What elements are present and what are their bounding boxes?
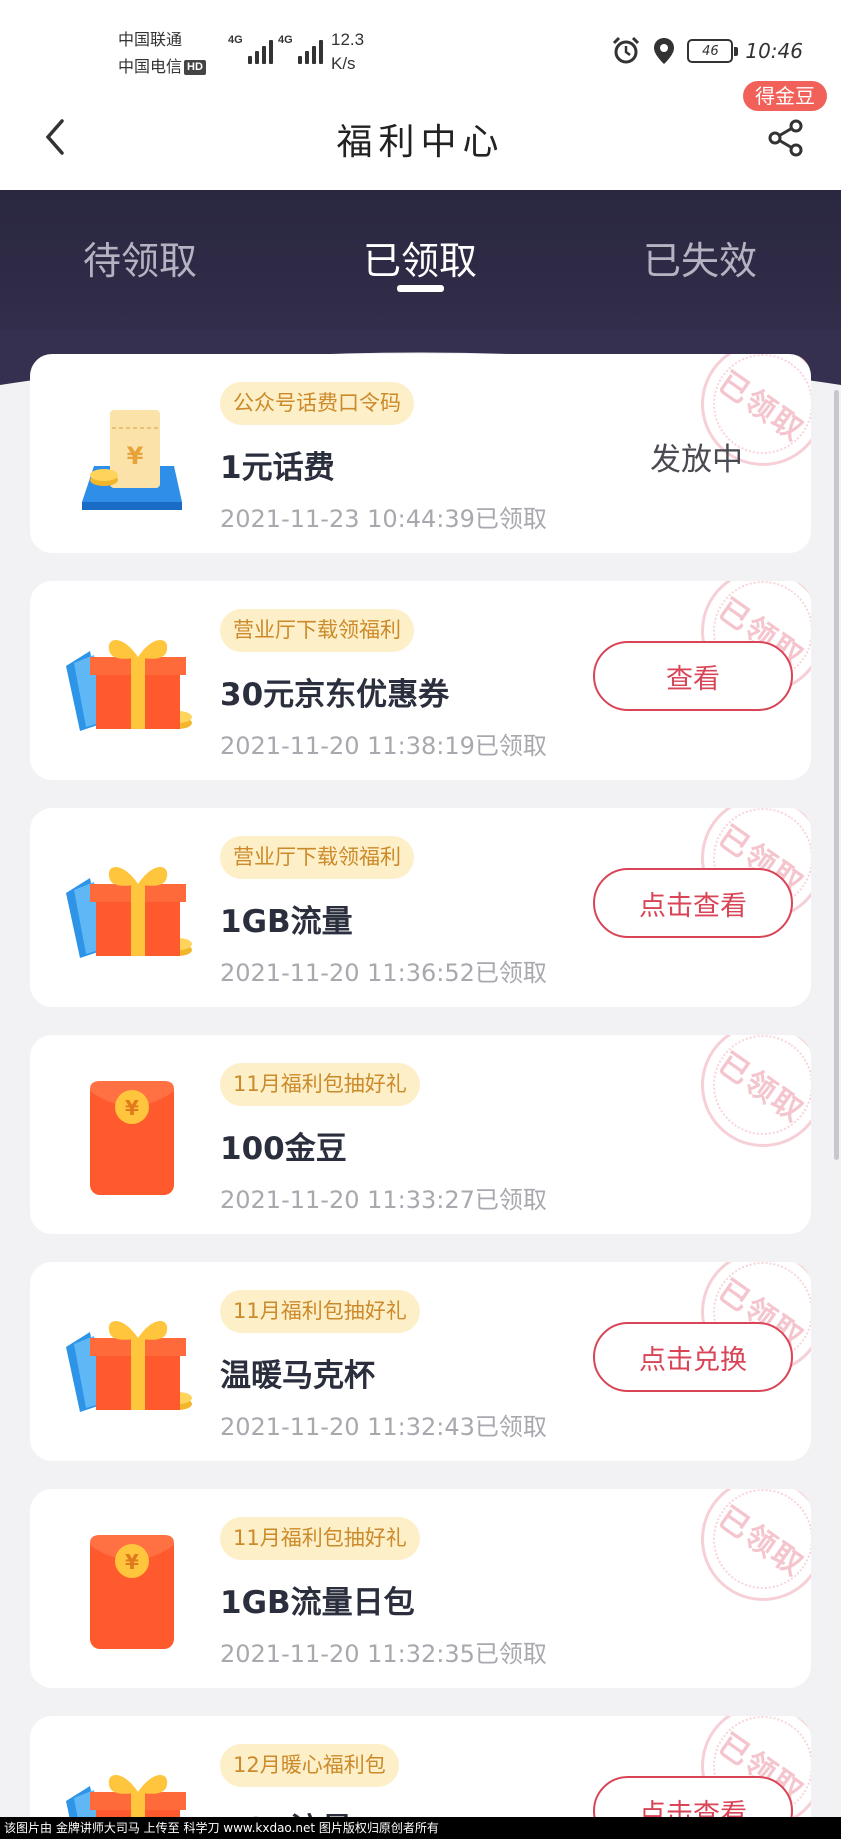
network-type-1: 4G (228, 34, 243, 46)
benefit-card[interactable]: 已领取 营业厅下载领福利 30元京东优惠券 2021-11-20 11:38:1… (30, 581, 811, 780)
speed-value: 12.3 (331, 30, 365, 49)
carrier-2: 中国电信 (118, 57, 183, 76)
benefit-card[interactable]: 已领取 11月福利包抽好礼 温暖马克杯 2021-11-20 11:32:43已… (30, 1262, 811, 1461)
carrier-1: 中国联通 (118, 30, 183, 49)
svg-text:¥: ¥ (125, 1550, 139, 1574)
tab-expired[interactable]: 已失效 (560, 230, 840, 285)
card-time: 2021-11-20 11:33:27已领取 (220, 1186, 547, 1214)
card-title: 30元京东优惠券 (220, 677, 450, 713)
hd-badge: HD (184, 60, 206, 75)
svg-text:¥: ¥ (125, 1096, 139, 1120)
alarm-icon (613, 36, 640, 64)
card-title: 1GB流量日包 (220, 1585, 415, 1621)
benefit-card[interactable]: 已领取 ¥ 11月福利包抽好礼 1GB流量日包 2021-11-20 11:32… (30, 1489, 811, 1688)
view-button[interactable]: 查看 (593, 641, 793, 711)
carrier-labels: 中国联通 中国电信 HD (118, 26, 206, 80)
benefit-card[interactable]: 已领取 ¥ 公众号话费口令码 1元话费 2021-11-23 10:44:39已… (30, 354, 811, 553)
click-view-button[interactable]: 点击查看 (593, 868, 793, 938)
tab-pending-label: 待领取 (82, 239, 197, 283)
tab-pending[interactable]: 待领取 (0, 230, 280, 285)
card-title: 1元话费 (220, 450, 335, 486)
card-tag: 11月福利包抽好礼 (220, 1517, 420, 1560)
card-tag: 公众号话费口令码 (220, 382, 414, 425)
card-tag: 12月暖心福利包 (220, 1744, 399, 1787)
gift-box-icon (66, 640, 192, 731)
gift-box-icon (66, 867, 192, 958)
card-tag: 11月福利包抽好礼 (220, 1063, 420, 1106)
network-speed: 12.3 K/s (331, 28, 364, 76)
svg-text:¥: ¥ (127, 442, 144, 470)
redeem-button[interactable]: 点击兑换 (593, 1322, 793, 1392)
clock: 10:46 (745, 39, 803, 63)
card-time: 2021-11-20 11:32:43已领取 (220, 1413, 547, 1441)
tab-indicator (397, 285, 444, 292)
received-stamp: 已领取 (676, 1489, 811, 1626)
location-icon (654, 38, 675, 64)
signal-icon-2: 4G (278, 34, 323, 64)
card-time: 2021-11-20 11:36:52已领取 (220, 959, 547, 987)
red-envelope-icon: ¥ (90, 1081, 174, 1195)
battery-level: 46 (702, 43, 719, 59)
tab-expired-label: 已失效 (642, 239, 757, 283)
card-tag: 11月福利包抽好礼 (220, 1290, 420, 1333)
red-envelope-icon: ¥ (90, 1535, 174, 1649)
card-tag: 营业厅下载领福利 (220, 609, 414, 652)
scrollbar[interactable] (834, 390, 839, 1160)
card-title: 温暖马克杯 (220, 1358, 375, 1394)
tab-received-label: 已领取 (362, 239, 477, 283)
card-time: 2021-11-20 11:38:19已领取 (220, 732, 547, 760)
gift-box-icon (66, 1321, 192, 1412)
header: 福利中心 得金豆 (0, 81, 841, 190)
benefit-card[interactable]: 已领取 营业厅下载领福利 1GB流量 2021-11-20 11:36:52已领… (30, 808, 811, 1007)
phone-bill-icon: ¥ (82, 410, 182, 510)
tab-received[interactable]: 已领取 (280, 230, 560, 285)
page-title: 福利中心 (336, 122, 505, 163)
card-title: 1GB流量 (220, 904, 353, 940)
card-time: 2021-11-20 11:32:35已领取 (220, 1640, 547, 1668)
share-icon[interactable] (765, 117, 807, 159)
card-tag: 营业厅下载领福利 (220, 836, 414, 879)
signal-icon: 4G (228, 34, 273, 64)
speed-unit: K/s (331, 54, 356, 73)
status-bar: 中国联通 中国电信 HD 4G 4G 12.3 K/s 46 10:46 (0, 0, 841, 95)
benefit-card[interactable]: 已领取 ¥ 11月福利包抽好礼 100金豆 2021-11-20 11:33:2… (30, 1035, 811, 1234)
card-title: 100金豆 (220, 1131, 347, 1167)
watermark-footer: 该图片由 金牌讲师大司马 上传至 科学刀 www.kxdao.net 图片版权归… (0, 1817, 841, 1839)
issuing-status: 发放中 (650, 442, 743, 478)
card-time: 2021-11-23 10:44:39已领取 (220, 505, 547, 533)
battery-icon: 46 (687, 39, 739, 63)
network-type-2: 4G (278, 34, 293, 46)
earn-gold-badge[interactable]: 得金豆 (743, 81, 827, 111)
received-stamp: 已领取 (676, 1035, 811, 1172)
